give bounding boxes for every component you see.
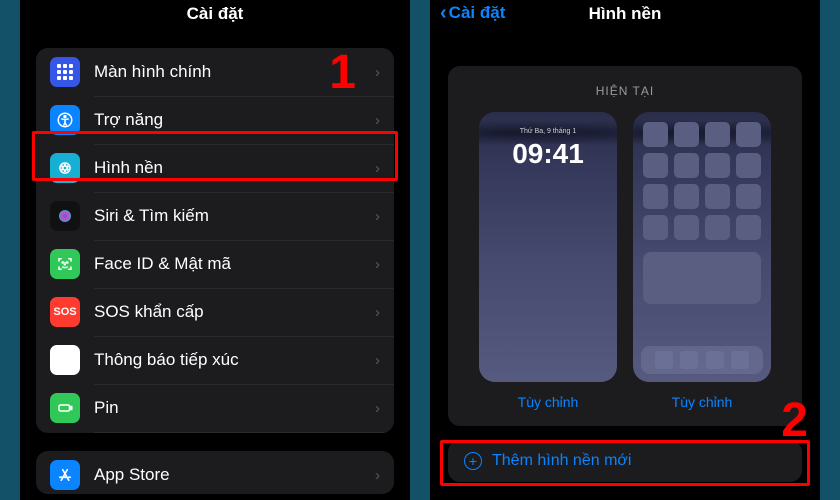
current-wallpaper-card: HIỆN TẠI Thứ Ba, 9 tháng 1 09:41 Tùy chỉ… bbox=[448, 66, 802, 426]
lock-screen-date: Thứ Ba, 9 tháng 1 bbox=[479, 128, 617, 135]
appstore-icon bbox=[50, 460, 80, 490]
row-label: Face ID & Mật mã bbox=[94, 254, 361, 274]
chevron-right-icon: › bbox=[375, 256, 380, 273]
row-appstore[interactable]: App Store › bbox=[36, 451, 394, 494]
row-accessibility[interactable]: Trợ năng › bbox=[36, 96, 394, 144]
wallpaper-icon bbox=[50, 153, 80, 183]
row-label: Pin bbox=[94, 398, 361, 418]
current-section-header: HIỆN TẠI bbox=[596, 84, 654, 98]
home-screen-icon bbox=[50, 57, 80, 87]
lock-screen-preview[interactable]: Thứ Ba, 9 tháng 1 09:41 bbox=[479, 112, 617, 382]
add-wallpaper-label: Thêm hình nền mới bbox=[492, 452, 631, 470]
row-label: Màn hình chính bbox=[94, 62, 361, 82]
plus-circle-icon: + bbox=[464, 452, 482, 470]
exposure-icon bbox=[50, 345, 80, 375]
home-screen-column: Tùy chỉnh bbox=[633, 112, 771, 410]
settings-screen: Cài đặt Màn hình chính › Trợ năng › Hình… bbox=[20, 0, 410, 500]
settings-group-1: Màn hình chính › Trợ năng › Hình nền › S… bbox=[36, 48, 394, 433]
annotation-number-2: 2 bbox=[781, 393, 808, 448]
annotation-number-1: 1 bbox=[329, 45, 356, 100]
back-label: Cài đặt bbox=[449, 3, 506, 23]
battery-icon bbox=[50, 393, 80, 423]
customize-home-button[interactable]: Tùy chỉnh bbox=[672, 394, 733, 410]
row-label: Trợ năng bbox=[94, 110, 361, 130]
row-exposure[interactable]: Thông báo tiếp xúc › bbox=[36, 336, 394, 384]
sos-icon: SOS bbox=[50, 297, 80, 327]
row-battery[interactable]: Pin › bbox=[36, 384, 394, 432]
faceid-icon bbox=[50, 249, 80, 279]
wallpaper-title: Hình nền bbox=[589, 4, 662, 23]
chevron-right-icon: › bbox=[375, 467, 380, 484]
row-label: Siri & Tìm kiếm bbox=[94, 206, 361, 226]
row-label: SOS khẩn cấp bbox=[94, 302, 361, 322]
accessibility-icon bbox=[50, 105, 80, 135]
row-privacy[interactable]: Quyền riêng tư & Bảo mật › bbox=[36, 432, 394, 433]
chevron-right-icon: › bbox=[375, 160, 380, 177]
chevron-right-icon: › bbox=[375, 208, 380, 225]
add-wallpaper-button[interactable]: + Thêm hình nền mới bbox=[448, 440, 802, 482]
wallpaper-header: ‹ Cài đặt Hình nền bbox=[430, 0, 820, 36]
chevron-right-icon: › bbox=[375, 112, 380, 129]
row-label: App Store bbox=[94, 465, 361, 485]
chevron-right-icon: › bbox=[375, 64, 380, 81]
row-sos[interactable]: SOS SOS khẩn cấp › bbox=[36, 288, 394, 336]
settings-title: Cài đặt bbox=[20, 0, 410, 36]
settings-group-2: App Store › bbox=[36, 451, 394, 494]
row-siri[interactable]: Siri & Tìm kiếm › bbox=[36, 192, 394, 240]
row-label: Thông báo tiếp xúc bbox=[94, 350, 361, 370]
home-screen-preview[interactable] bbox=[633, 112, 771, 382]
wallpaper-screen: ‹ Cài đặt Hình nền HIỆN TẠI Thứ Ba, 9 th… bbox=[430, 0, 820, 500]
customize-lock-button[interactable]: Tùy chỉnh bbox=[518, 394, 579, 410]
row-faceid[interactable]: Face ID & Mật mã › bbox=[36, 240, 394, 288]
wallpaper-previews: Thứ Ba, 9 tháng 1 09:41 Tùy chỉnh bbox=[479, 112, 771, 410]
chevron-right-icon: › bbox=[375, 352, 380, 369]
lock-screen-column: Thứ Ba, 9 tháng 1 09:41 Tùy chỉnh bbox=[479, 112, 617, 410]
row-label: Hình nền bbox=[94, 158, 361, 178]
chevron-left-icon: ‹ bbox=[440, 3, 447, 23]
row-wallpaper[interactable]: Hình nền › bbox=[36, 144, 394, 192]
siri-icon bbox=[50, 201, 80, 231]
chevron-right-icon: › bbox=[375, 304, 380, 321]
lock-screen-time: 09:41 bbox=[479, 138, 617, 170]
chevron-right-icon: › bbox=[375, 400, 380, 417]
back-button[interactable]: ‹ Cài đặt bbox=[440, 3, 505, 23]
